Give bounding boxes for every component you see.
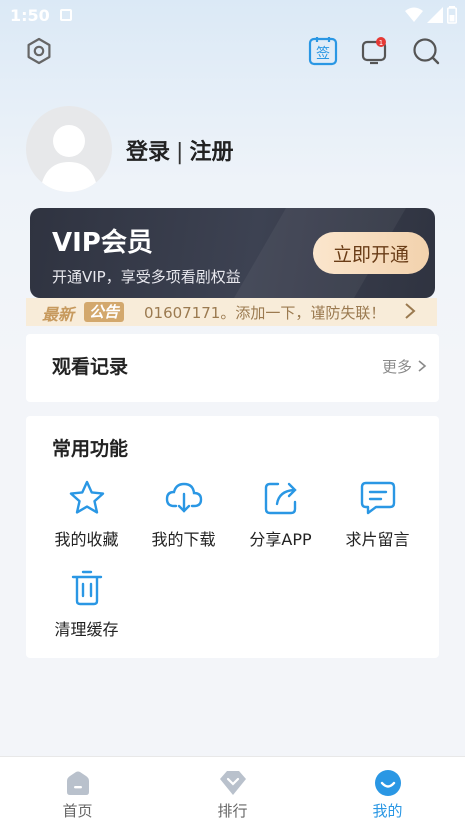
- checkin-sign-icon: 签: [308, 37, 338, 66]
- chevron-right-icon: [418, 360, 427, 372]
- home-icon: [64, 769, 92, 797]
- login-link[interactable]: 登录: [126, 140, 170, 165]
- share-icon: [261, 478, 301, 518]
- avatar[interactable]: [26, 106, 112, 192]
- trash-icon: [67, 568, 107, 608]
- downloads-label: 我的下载: [151, 530, 216, 549]
- nav-ranking[interactable]: 排行: [155, 757, 310, 821]
- nav-home-label: 首页: [62, 802, 93, 820]
- nav-mine-label: 我的: [372, 802, 403, 820]
- request-message-label: 求片留言: [345, 530, 410, 549]
- message-icon: [358, 478, 398, 518]
- favorites-button[interactable]: 我的收藏: [38, 478, 135, 550]
- messages-button[interactable]: 1: [359, 36, 389, 66]
- history-more-link[interactable]: 更多: [382, 356, 427, 377]
- profile-smile-icon: [374, 769, 402, 797]
- notification-icon: [60, 9, 72, 21]
- search-icon: [413, 38, 440, 65]
- vip-banner[interactable]: VIP会员 开通VIP，享受多项看剧权益 立即开通: [30, 208, 435, 298]
- favorites-label: 我的收藏: [54, 530, 119, 549]
- clear-cache-label: 清理缓存: [54, 620, 119, 639]
- chevron-right-icon[interactable]: [403, 301, 417, 326]
- ranking-icon: [219, 769, 247, 797]
- nav-ranking-label: 排行: [217, 802, 248, 820]
- settings-button[interactable]: [24, 36, 54, 66]
- clear-cache-button[interactable]: 清理缓存: [38, 568, 135, 640]
- bell-icon: 1: [361, 37, 387, 65]
- notice-bar[interactable]: 最新 公告 01607171。添加一下，谨防失联！: [26, 298, 437, 326]
- login-register[interactable]: 登录 | 注册: [126, 134, 233, 166]
- common-functions-card: 常用功能 我的收藏 我的下载 分享APP 求片留言 清理缓存: [26, 416, 439, 658]
- nav-home[interactable]: 首页: [0, 757, 155, 821]
- vip-title: VIP会员: [52, 228, 153, 258]
- cloud-download-icon: [164, 478, 204, 518]
- request-message-button[interactable]: 求片留言: [329, 478, 426, 550]
- status-bar: 1:50: [0, 0, 465, 34]
- downloads-button[interactable]: 我的下载: [135, 478, 232, 550]
- wifi-icon: [405, 7, 423, 22]
- svg-text:签: 签: [316, 45, 330, 62]
- login-separator: |: [176, 140, 184, 165]
- vip-subtitle: 开通VIP，享受多项看剧权益: [52, 268, 241, 286]
- share-app-label: 分享APP: [249, 530, 312, 549]
- notice-text: 01607171。添加一下，谨防失联！: [144, 304, 386, 322]
- notice-tag-new: 最新: [42, 305, 75, 324]
- register-link[interactable]: 注册: [189, 140, 233, 165]
- share-app-button[interactable]: 分享APP: [232, 478, 329, 550]
- battery-icon: [447, 6, 457, 24]
- nav-mine[interactable]: 我的: [310, 757, 465, 821]
- default-avatar-icon: [40, 125, 98, 192]
- settings-icon: [27, 37, 51, 65]
- search-button[interactable]: [411, 36, 441, 66]
- svg-text:1: 1: [379, 39, 383, 47]
- signal-icon: [427, 7, 443, 23]
- history-more-label: 更多: [382, 358, 413, 376]
- watch-history-card[interactable]: 观看记录 更多: [26, 334, 439, 402]
- checkin-button[interactable]: 签: [308, 36, 338, 66]
- vip-open-button[interactable]: 立即开通: [313, 232, 429, 274]
- status-time: 1:50: [10, 6, 50, 25]
- watch-history-title: 观看记录: [52, 356, 129, 378]
- bottom-nav: 首页 排行 我的: [0, 756, 465, 829]
- status-icons: [405, 6, 457, 24]
- notice-tag: 公告: [84, 302, 125, 322]
- star-icon: [67, 478, 107, 518]
- common-functions-title: 常用功能: [52, 438, 129, 460]
